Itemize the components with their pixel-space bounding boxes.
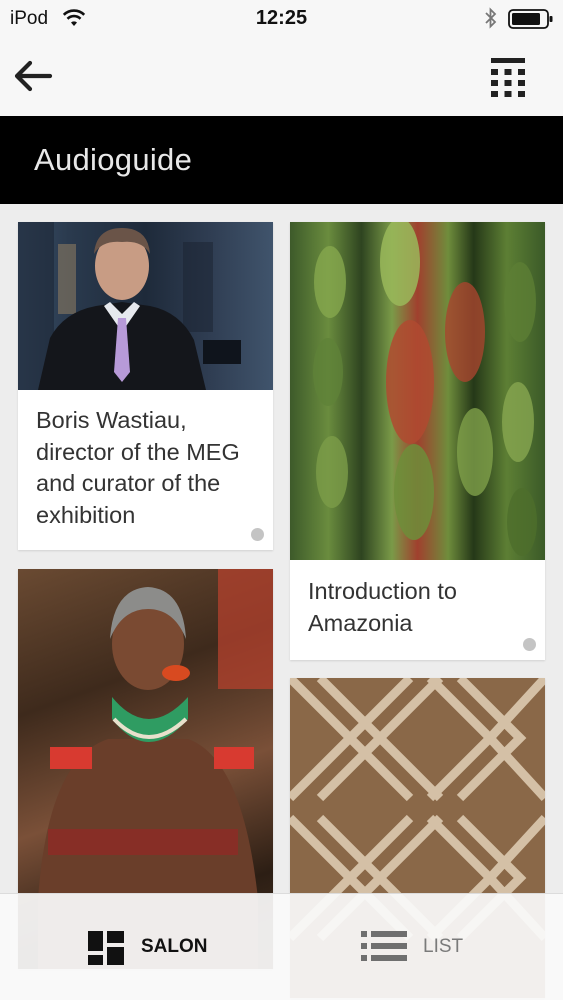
mosaic-icon [88, 931, 124, 965]
arrow-left-icon [14, 60, 53, 92]
card-image [290, 222, 545, 560]
card-grid: Boris Wastiau, director of the MEG and c… [0, 204, 563, 1000]
back-button[interactable] [12, 56, 56, 96]
audio-indicator-dot [523, 638, 536, 651]
card-image [18, 222, 273, 390]
audio-indicator-dot [251, 528, 264, 541]
bottom-tab-bar: SALON LIST [0, 893, 563, 1000]
title-bar: Audioguide [0, 116, 563, 204]
page-title: Audioguide [34, 142, 193, 177]
card-caption: Boris Wastiau, director of the MEG and c… [36, 407, 240, 528]
tab-salon-label: SALON [141, 936, 208, 957]
card-boris-wastiau[interactable]: Boris Wastiau, director of the MEG and c… [18, 222, 273, 550]
tab-list-label: LIST [423, 936, 464, 957]
list-icon [361, 931, 407, 961]
tab-salon[interactable]: SALON [0, 894, 281, 1000]
status-time: 12:25 [255, 7, 308, 29]
tab-list[interactable]: LIST [281, 894, 562, 1000]
card-introduction-amazonia[interactable]: Introduction to Amazonia [290, 222, 545, 660]
grid-menu-button[interactable] [486, 54, 530, 98]
nav-bar [0, 38, 563, 116]
beetle-wing-image [313, 222, 537, 556]
card-caption: Introduction to Amazonia [308, 578, 457, 636]
portrait-image [18, 222, 241, 390]
bluetooth-icon [485, 7, 497, 29]
battery-icon [508, 9, 553, 29]
grid-menu-icon [491, 58, 525, 97]
status-bar: iPod 12:25 [0, 0, 563, 38]
